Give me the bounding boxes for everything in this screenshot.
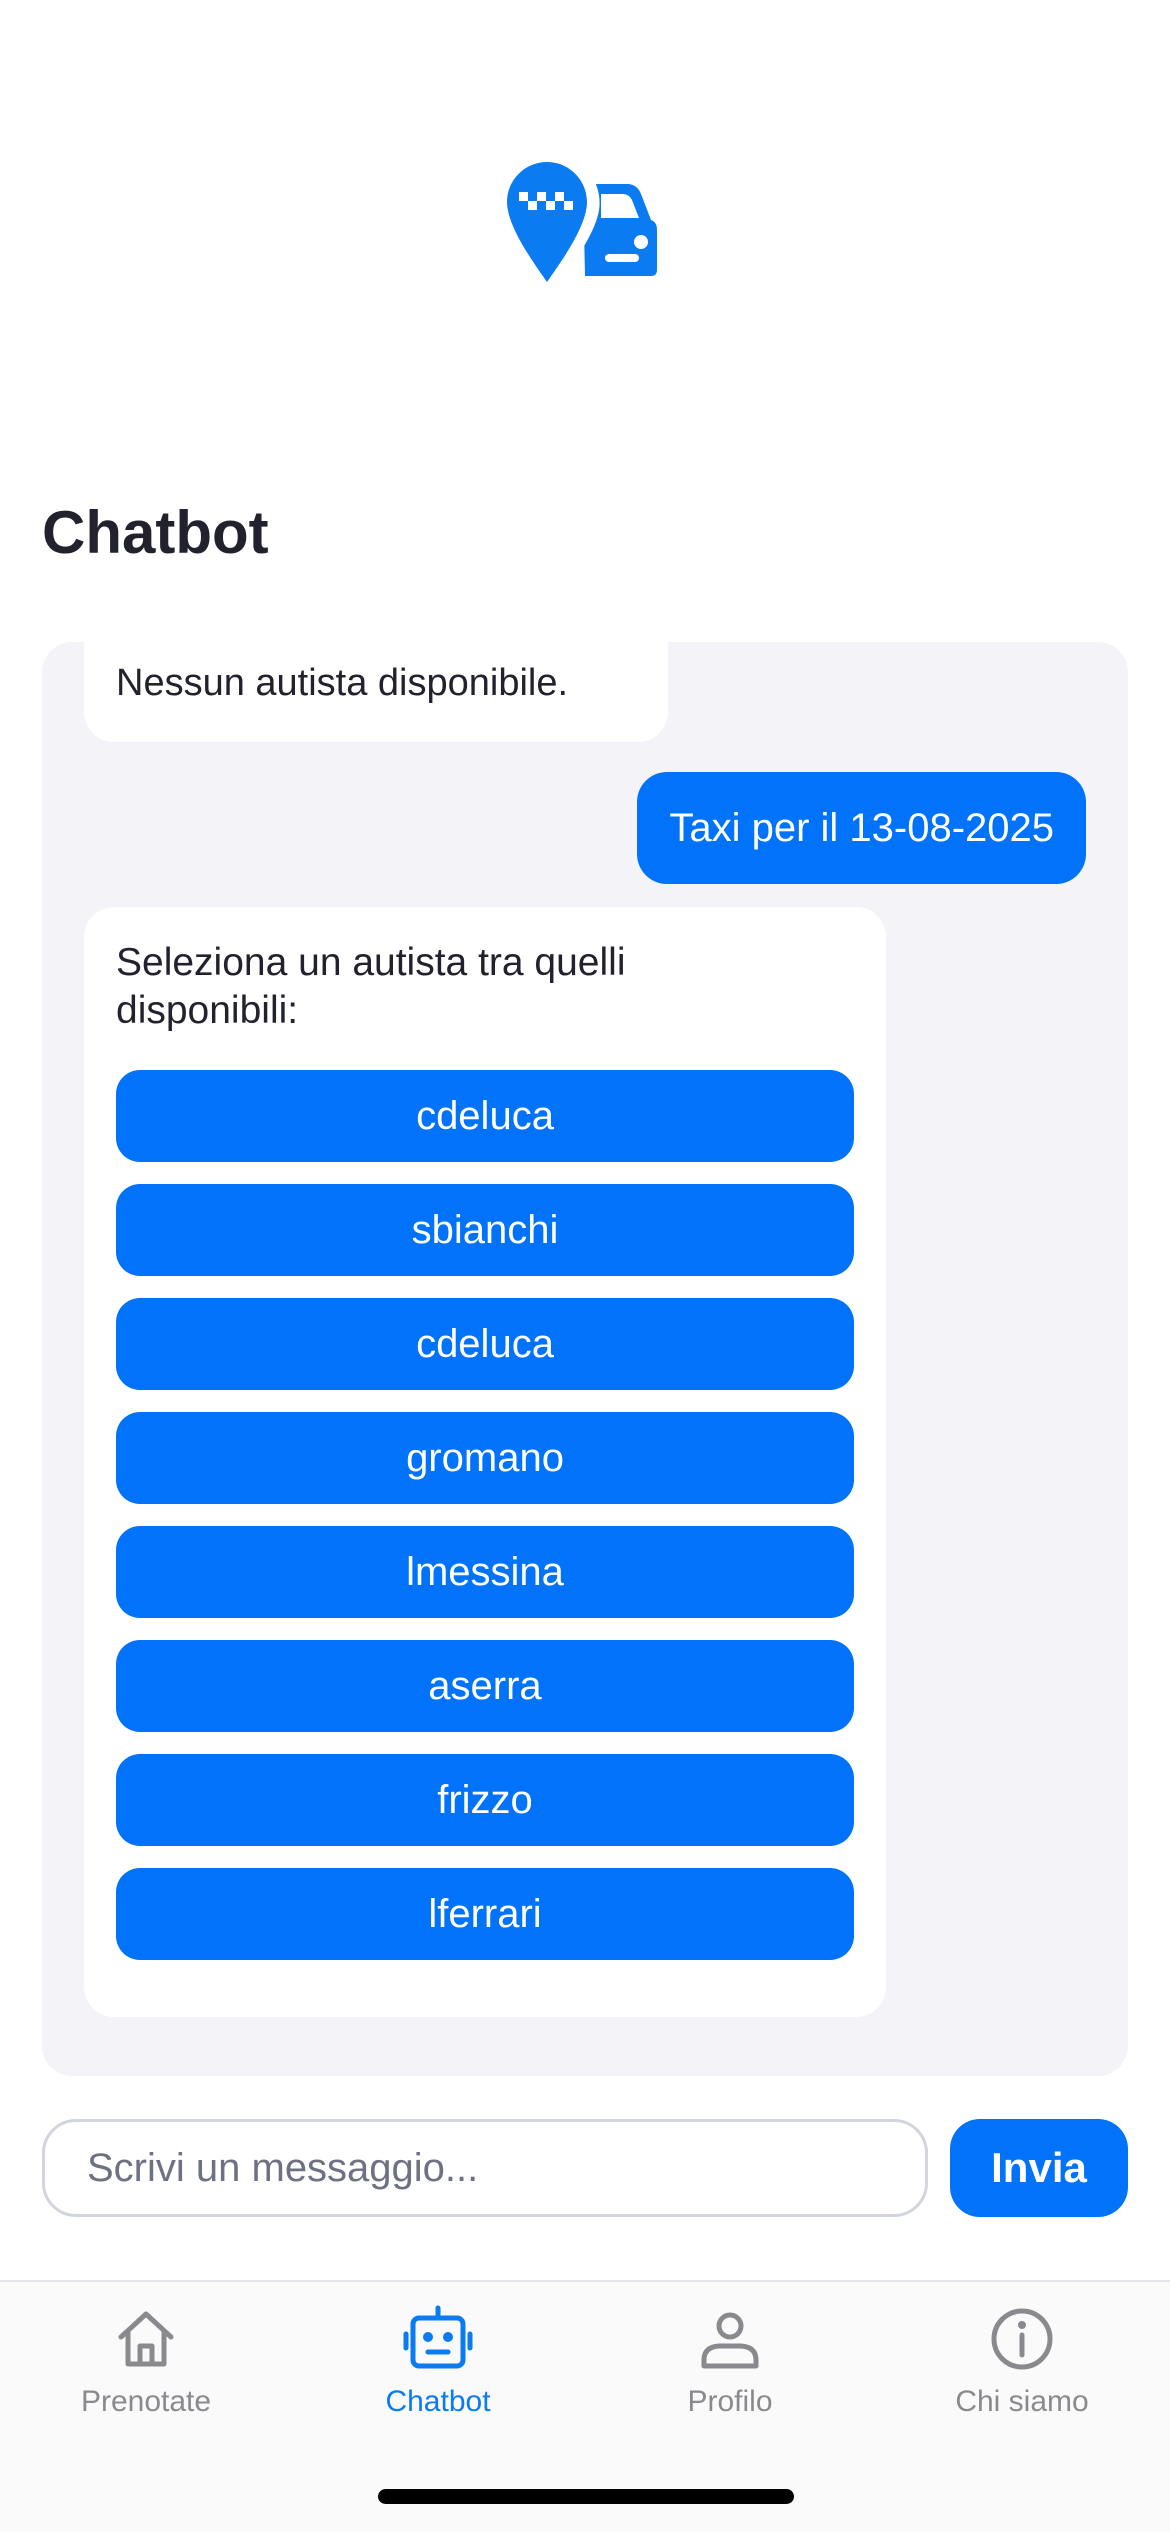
tab-prenotate[interactable]: Prenotate (0, 2304, 292, 2434)
driver-option-button[interactable]: cdeluca (116, 1298, 854, 1390)
user-message-bubble: Taxi per il 13-08-2025 (637, 772, 1086, 884)
driver-option-button[interactable]: lferrari (116, 1868, 854, 1960)
message-input[interactable] (42, 2119, 928, 2217)
tab-label: Chi siamo (955, 2385, 1089, 2418)
home-indicator (378, 2489, 794, 2504)
home-icon (118, 2311, 174, 2367)
bot-driver-selection-bubble: Seleziona un autista tra quelli disponib… (84, 907, 886, 2017)
driver-option-button[interactable]: cdeluca (116, 1070, 854, 1162)
send-button[interactable]: Invia (950, 2119, 1128, 2217)
page-title: Chatbot (42, 499, 269, 566)
tab-label: Chatbot (385, 2385, 491, 2418)
taxi-pin-car-logo-icon (503, 155, 665, 292)
driver-option-button[interactable]: gromano (116, 1412, 854, 1504)
bot-message-text: Seleziona un autista tra quelli disponib… (116, 941, 626, 1032)
tab-label: Prenotate (80, 2385, 212, 2418)
tab-chi-siamo[interactable]: Chi siamo (876, 2304, 1168, 2434)
bot-message-text: Nessun autista disponibile. (116, 662, 569, 704)
driver-option-button[interactable]: frizzo (116, 1754, 854, 1846)
bot-message-bubble: Nessun autista disponibile. (84, 642, 668, 742)
robot-icon (403, 2305, 473, 2369)
person-icon (701, 2312, 759, 2369)
tab-profilo[interactable]: Profilo (584, 2304, 876, 2434)
tab-chatbot[interactable]: Chatbot (292, 2304, 584, 2434)
driver-option-button[interactable]: sbianchi (116, 1184, 854, 1276)
chatbot-screen: Chatbot Nessun autista disponibile. Taxi… (0, 0, 1170, 2532)
driver-option-button[interactable]: aserra (116, 1640, 854, 1732)
chat-panel[interactable]: Nessun autista disponibile. Taxi per il … (42, 642, 1128, 2076)
driver-option-button[interactable]: lmessina (116, 1526, 854, 1618)
tab-label: Profilo (687, 2385, 773, 2418)
info-icon (991, 2308, 1053, 2370)
